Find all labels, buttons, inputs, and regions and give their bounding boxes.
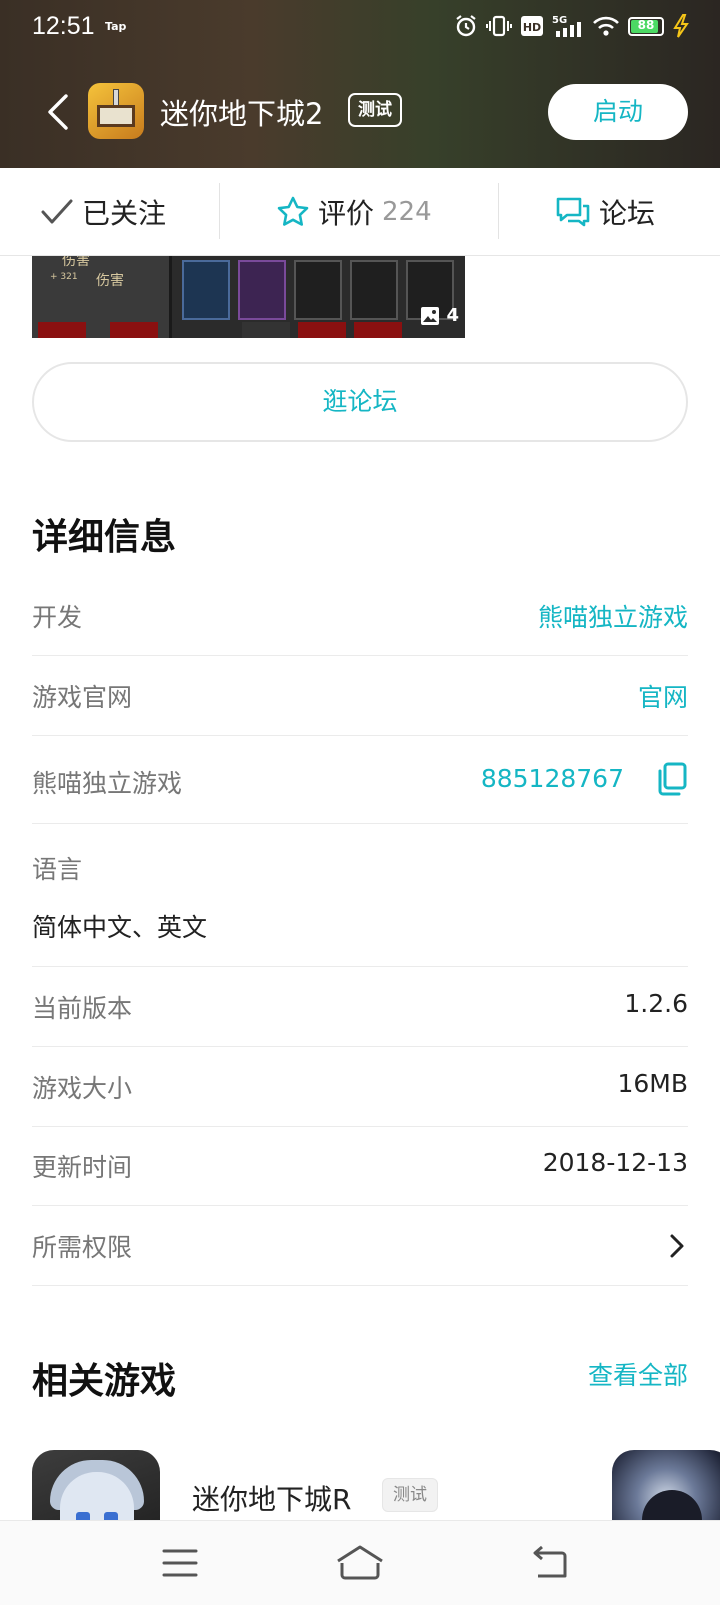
language-row: 语言 简体中文、英文: [32, 824, 688, 967]
photo-count: 4: [420, 305, 459, 326]
copy-icon[interactable]: [656, 762, 688, 796]
version-row: 当前版本 1.2.6: [32, 967, 688, 1047]
wifi-icon: [593, 16, 619, 36]
header-background: 12:51 Tap HD 5G 88 迷你地下城2 测试 启动: [0, 0, 720, 168]
rate-button[interactable]: 评价 224: [276, 168, 432, 256]
related-game-name[interactable]: 迷你地下城R: [192, 1478, 351, 1518]
tab-divider: [219, 183, 220, 239]
system-navbar: [0, 1520, 720, 1605]
status-time: 12:51: [32, 12, 95, 40]
home-icon[interactable]: [330, 1541, 390, 1585]
chevron-right-icon: [670, 1234, 684, 1258]
menu-icon[interactable]: [150, 1541, 210, 1585]
check-icon: [41, 199, 73, 224]
status-icons: HD 5G 88: [454, 14, 690, 38]
back-arrow-icon[interactable]: [40, 90, 80, 134]
website-label: 游戏官网: [32, 683, 133, 712]
view-all-link[interactable]: 查看全部: [588, 1356, 688, 1392]
developer-label: 开发: [32, 603, 83, 632]
svg-text:5G: 5G: [552, 15, 567, 26]
size-label: 游戏大小: [32, 1074, 133, 1103]
app-icon: [88, 83, 144, 139]
follow-label: 已关注: [82, 197, 167, 230]
website-link[interactable]: 官网: [638, 678, 688, 714]
action-tabbar: 已关注 评价 224 论坛: [0, 168, 720, 256]
hd-icon: HD: [521, 16, 543, 36]
size-value: 16MB: [617, 1069, 688, 1098]
return-icon[interactable]: [520, 1541, 580, 1585]
updated-row: 更新时间 2018-12-13: [32, 1126, 688, 1206]
alarm-icon: [456, 15, 476, 37]
app-header: 迷你地下城2 测试 启动: [0, 75, 720, 149]
forum-tab-button[interactable]: 论坛: [555, 168, 655, 256]
game-screenshot[interactable]: 伤害 伤害 + 321 4: [32, 256, 465, 338]
rate-label: 评价: [318, 197, 375, 230]
related-game-badge: 测试: [382, 1478, 438, 1512]
launch-button[interactable]: 启动: [548, 84, 688, 140]
updated-label: 更新时间: [32, 1153, 133, 1182]
browse-forum-button[interactable]: 逛论坛: [32, 362, 688, 442]
updated-value: 2018-12-13: [542, 1148, 688, 1177]
battery-icon: 88: [628, 16, 664, 36]
details-title: 详细信息: [32, 517, 177, 558]
forum-chat-icon: [556, 197, 590, 227]
permissions-row[interactable]: 所需权限: [32, 1206, 688, 1286]
developer-row[interactable]: 开发 熊喵独立游戏: [32, 576, 688, 656]
vibrate-icon: [486, 15, 512, 37]
image-icon: [421, 306, 440, 325]
star-icon: [277, 196, 309, 226]
developer-link[interactable]: 熊喵独立游戏: [538, 598, 688, 634]
language-label: 语言: [32, 855, 83, 884]
test-badge: 测试: [348, 93, 402, 127]
follow-button[interactable]: 已关注: [40, 168, 166, 256]
size-row: 游戏大小 16MB: [32, 1047, 688, 1127]
charging-icon: [673, 14, 689, 38]
status-bar: 12:51 Tap HD 5G 88: [0, 0, 720, 58]
svg-text:HD: HD: [523, 21, 541, 34]
rate-count: 224: [382, 197, 432, 227]
language-value: 简体中文、英文: [32, 913, 208, 942]
permissions-label: 所需权限: [32, 1233, 133, 1262]
tab-divider: [498, 183, 499, 239]
website-row[interactable]: 游戏官网 官网: [32, 656, 688, 736]
carrier-tag: Tap: [105, 20, 127, 33]
version-value: 1.2.6: [624, 989, 688, 1018]
signal-icon: 5G: [552, 15, 581, 37]
forum-label: 论坛: [599, 197, 656, 230]
version-label: 当前版本: [32, 994, 133, 1023]
related-title: 相关游戏: [32, 1361, 177, 1402]
group-label: 熊喵独立游戏: [32, 769, 183, 798]
group-row: 熊喵独立游戏 885128767: [32, 736, 688, 824]
group-number[interactable]: 885128767: [481, 764, 624, 793]
app-title: 迷你地下城2: [160, 97, 324, 131]
